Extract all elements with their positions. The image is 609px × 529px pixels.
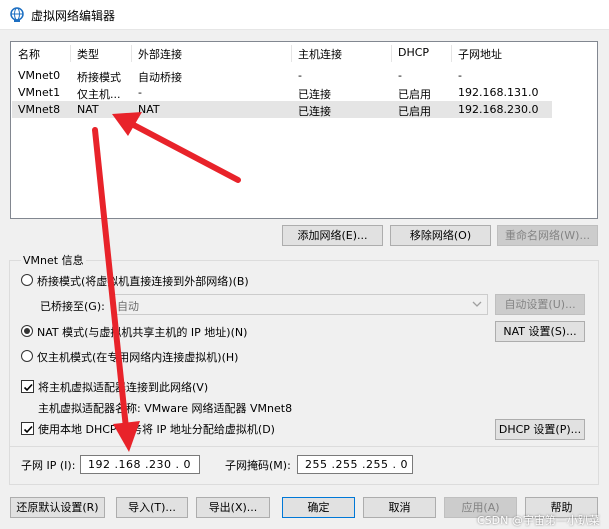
column-divider <box>391 45 392 62</box>
column-header-external[interactable]: 外部连接 <box>138 46 182 62</box>
column-header-dhcp[interactable]: DHCP <box>398 46 429 59</box>
cell-external: 自动桥接 <box>138 71 182 84</box>
remove-network-button[interactable]: 移除网络(O) <box>390 225 491 246</box>
cell-type: 仅主机... <box>77 88 121 101</box>
bridged-to-select[interactable]: 自动 <box>112 294 488 315</box>
watermark: CSDN @宇宙第一小趴菜 <box>477 514 600 527</box>
cell-subnet: 192.168.131.0 <box>458 86 539 99</box>
checkmark-icon <box>23 425 33 434</box>
cell-external: - <box>138 86 142 99</box>
column-divider <box>451 45 452 62</box>
cell-type: NAT <box>77 103 99 116</box>
cell-host: 已连接 <box>298 88 331 101</box>
auto-settings-button[interactable]: 自动设置(U)... <box>495 294 585 315</box>
subnet-mask-input[interactable]: 255 .255 .255 . 0 <box>297 455 413 474</box>
column-header-host[interactable]: 主机连接 <box>298 46 342 62</box>
separator <box>9 446 599 447</box>
checkmark-icon <box>23 383 33 392</box>
column-divider <box>70 45 71 62</box>
dhcp-checkbox[interactable] <box>21 422 34 435</box>
column-header-type[interactable]: 类型 <box>77 46 99 62</box>
nat-settings-button[interactable]: NAT 设置(S)... <box>495 321 585 342</box>
connect-adapter-checkbox[interactable] <box>21 380 34 393</box>
network-globe-icon <box>10 7 24 22</box>
subnet-ip-input[interactable]: 192 .168 .230 . 0 <box>80 455 200 474</box>
cancel-button[interactable]: 取消 <box>363 497 436 518</box>
host-only-label[interactable]: 仅主机模式(在专用网络内连接虚拟机)(H) <box>37 349 238 365</box>
column-header-subnet[interactable]: 子网地址 <box>458 46 502 62</box>
cell-name: VMnet8 <box>18 103 61 116</box>
cell-external: NAT <box>138 103 160 116</box>
vmnet-info-legend: VMnet 信息 <box>21 252 86 268</box>
cell-host: - <box>298 69 302 82</box>
table-row[interactable]: VMnet1 仅主机... - 已连接 已启用 192.168.131.0 <box>12 84 552 101</box>
adapter-name-label: 主机虚拟适配器名称: VMware 网络适配器 VMnet8 <box>38 402 293 415</box>
cell-name: VMnet1 <box>18 86 61 99</box>
table-row-selected[interactable]: VMnet8 NAT NAT 已连接 已启用 192.168.230.0 <box>12 101 552 118</box>
table-row[interactable]: VMnet0 桥接模式 自动桥接 - - - <box>12 67 552 84</box>
cell-host: 已连接 <box>298 105 331 118</box>
cell-dhcp: - <box>398 69 402 82</box>
bridged-mode-label[interactable]: 桥接模式(将虚拟机直接连接到外部网络)(B) <box>37 273 249 289</box>
ok-button[interactable]: 确定 <box>282 497 355 518</box>
subnet-mask-label: 子网掩码(M): <box>225 459 291 472</box>
host-only-radio[interactable] <box>21 350 33 362</box>
bridged-to-value: 自动 <box>117 300 139 313</box>
chevron-down-icon <box>472 301 482 307</box>
connect-adapter-label[interactable]: 将主机虚拟适配器连接到此网络(V) <box>38 379 208 395</box>
subnet-ip-label: 子网 IP (I): <box>21 459 76 472</box>
title-bar: 虚拟网络编辑器 <box>0 0 609 30</box>
network-list[interactable]: 名称 类型 外部连接 主机连接 DHCP 子网地址 VMnet0 桥接模式 自动… <box>10 41 598 219</box>
import-button[interactable]: 导入(T)... <box>116 497 188 518</box>
cell-dhcp: 已启用 <box>398 88 431 101</box>
bridged-mode-radio[interactable] <box>21 274 33 286</box>
export-button[interactable]: 导出(X)... <box>196 497 270 518</box>
cell-subnet: 192.168.230.0 <box>458 103 539 116</box>
dhcp-settings-button[interactable]: DHCP 设置(P)... <box>495 419 585 440</box>
column-divider <box>291 45 292 62</box>
window-title: 虚拟网络编辑器 <box>31 9 116 23</box>
add-network-button[interactable]: 添加网络(E)... <box>282 225 383 246</box>
nat-mode-radio[interactable] <box>21 325 33 337</box>
nat-mode-label[interactable]: NAT 模式(与虚拟机共享主机的 IP 地址)(N) <box>37 324 247 340</box>
cell-type: 桥接模式 <box>77 71 121 84</box>
rename-network-button[interactable]: 重命名网络(W)... <box>497 225 598 246</box>
cell-dhcp: 已启用 <box>398 105 431 118</box>
bridged-to-label: 已桥接至(G): <box>40 300 105 313</box>
restore-defaults-button[interactable]: 还原默认设置(R) <box>10 497 105 518</box>
cell-name: VMnet0 <box>18 69 61 82</box>
cell-subnet: - <box>458 69 462 82</box>
dhcp-label[interactable]: 使用本地 DHCP 服务将 IP 地址分配给虚拟机(D) <box>38 421 275 437</box>
column-divider <box>131 45 132 62</box>
column-header-name[interactable]: 名称 <box>18 46 40 62</box>
